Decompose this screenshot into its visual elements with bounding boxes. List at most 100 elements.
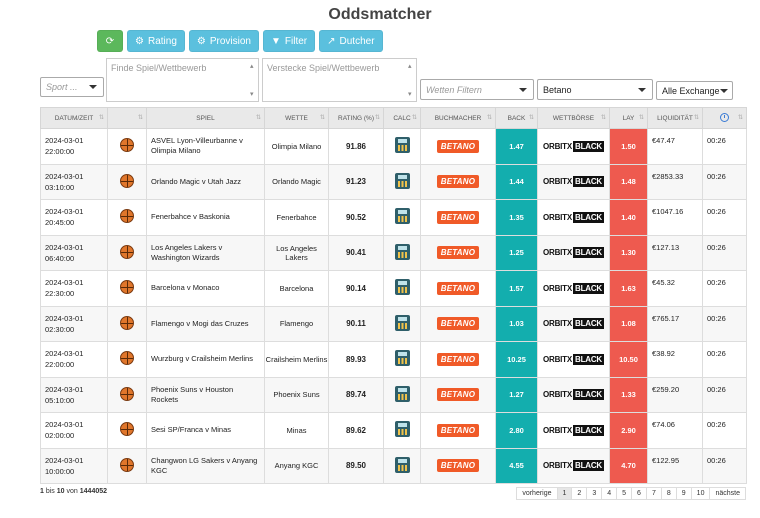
col-header-updated[interactable]: ⇅ [702, 107, 747, 129]
orbitx-logo[interactable]: ORBITX BLACK [543, 176, 605, 188]
pager-page[interactable]: 6 [631, 487, 647, 500]
col-header-lay[interactable]: LAY ⇅ [609, 107, 648, 129]
cell-rating: 91.86 [328, 128, 384, 165]
orbitx-logo[interactable]: ORBITX BLACK [543, 353, 605, 365]
table-row[interactable]: 2024-03-01 20:45:00 Fenerbahce v Baskonia F… [40, 199, 747, 236]
calculator-icon[interactable] [394, 350, 410, 367]
betano-logo[interactable]: BETANO [436, 175, 480, 189]
col-header-date[interactable]: DATUM/ZEIT ⇅ [40, 107, 108, 129]
pager-page[interactable]: 4 [601, 487, 618, 500]
orbitx-logo[interactable]: ORBITX BLACK [543, 318, 605, 330]
bookmaker-select[interactable]: Betano [537, 79, 653, 100]
table-row[interactable]: 2024-03-01 22:00:00 Wurzburg v Crailsheim … [40, 341, 747, 378]
cell-sport [107, 128, 147, 165]
cell-bet: Flamengo [264, 305, 329, 342]
cell-lay-odds: 1.50 [609, 128, 648, 165]
pager-page[interactable]: 3 [586, 487, 603, 500]
cell-game: Orlando Magic v Utah Jazz [146, 163, 265, 200]
hide-game-textarea[interactable]: Verstecke Spiel/Wettbewerb [262, 58, 417, 102]
pager-page[interactable]: 5 [616, 487, 633, 500]
rating-button[interactable]: ⚙ Rating [127, 30, 185, 52]
pager-page[interactable]: 1 [556, 487, 573, 500]
orbitx-logo[interactable]: ORBITX BLACK [543, 389, 605, 401]
bets-filter-select[interactable]: Wetten Filtern [420, 79, 534, 100]
cell-exchange: ORBITX BLACK [537, 447, 610, 484]
cell-rating: 89.62 [328, 412, 384, 449]
col-header-sport[interactable]: ⇅ [107, 107, 147, 129]
refresh-button[interactable]: ⟳ [97, 30, 123, 52]
calculator-icon[interactable] [394, 243, 410, 260]
table-row[interactable]: 2024-03-01 22:30:00 Barcelona v Monaco Barc… [40, 270, 747, 307]
table-header: DATUM/ZEIT ⇅ ⇅ SPIEL ⇅ WETTE ⇅ RATING (%) ⇅ … [40, 107, 747, 129]
calculator-icon[interactable] [394, 421, 410, 438]
orbitx-logo[interactable]: ORBITX BLACK [543, 247, 605, 259]
table-row[interactable]: 2024-03-01 02:30:00 Flamengo v Mogi das Cr… [40, 305, 747, 342]
cell-bookmaker: BETANO [420, 128, 496, 165]
cell-game: Changwon LG Sakers v Anyang KGC [146, 447, 265, 484]
pager-page[interactable]: 10 [690, 487, 711, 500]
col-header-rating[interactable]: RATING (%) ⇅ [328, 107, 384, 129]
table-row[interactable]: 2024-03-01 02:00:00 Sesi SP/Franca v Minas… [40, 412, 747, 449]
orbitx-logo[interactable]: ORBITX BLACK [543, 211, 605, 223]
pager-prev[interactable]: vorherige [516, 487, 558, 500]
pager-page[interactable]: 8 [660, 487, 677, 500]
betano-logo[interactable]: BETANO [436, 246, 480, 260]
basketball-icon [120, 138, 134, 153]
rating-label: Rating [147, 35, 177, 47]
calculator-icon[interactable] [394, 172, 410, 189]
table-row[interactable]: 2024-03-01 06:40:00 Los Angeles Lakers v W… [40, 234, 747, 271]
betano-logo[interactable]: BETANO [436, 317, 480, 331]
calculator-icon[interactable] [394, 137, 410, 154]
cell-bookmaker: BETANO [420, 234, 496, 271]
orbitx-logo[interactable]: ORBITX BLACK [543, 282, 605, 294]
table-row[interactable]: 2024-03-01 10:00:00 Changwon LG Sakers v A… [40, 447, 747, 484]
col-header-exchange[interactable]: WETTBÖRSE ⇅ [537, 107, 610, 129]
orbitx-logo[interactable]: ORBITX BLACK [543, 460, 605, 472]
orbitx-logo[interactable]: ORBITX BLACK [543, 424, 605, 436]
calculator-icon[interactable] [394, 314, 410, 331]
betano-logo[interactable]: BETANO [436, 281, 480, 295]
find-game-textarea[interactable]: Finde Spiel/Wettbewerb [106, 58, 259, 102]
sort-icon: ⇅ [137, 115, 143, 121]
calculator-icon[interactable] [394, 385, 410, 402]
betano-logo[interactable]: BETANO [436, 423, 480, 437]
orbitx-logo[interactable]: ORBITX BLACK [543, 140, 605, 152]
calculator-icon[interactable] [394, 208, 410, 225]
provision-button[interactable]: ⚙ Provision [188, 30, 259, 52]
col-header-bookmaker[interactable]: BUCHMACHER ⇅ [420, 107, 496, 129]
dutcher-button[interactable]: ↗ Dutcher [319, 30, 383, 52]
col-header-bet[interactable]: WETTE ⇅ [264, 107, 329, 129]
col-header-liquidity[interactable]: LIQUIDITÄT ⇅ [647, 107, 703, 129]
table-row[interactable]: 2024-03-01 05:10:00 Phoenix Suns v Houston… [40, 376, 747, 413]
cell-calc [383, 234, 421, 271]
betano-logo[interactable]: BETANO [436, 210, 480, 224]
pager-next[interactable]: nächste [709, 487, 746, 500]
betano-logo[interactable]: BETANO [436, 388, 480, 402]
betano-logo[interactable]: BETANO [436, 352, 480, 366]
cell-exchange: ORBITX BLACK [537, 305, 610, 342]
calculator-icon[interactable] [394, 279, 410, 296]
table-row[interactable]: 2024-03-01 03:10:00 Orlando Magic v Utah J… [40, 163, 747, 200]
cell-bookmaker: BETANO [420, 447, 496, 484]
pager-page[interactable]: 2 [571, 487, 588, 500]
betano-logo[interactable]: BETANO [436, 459, 480, 473]
exchange-select[interactable]: Alle Exchange [656, 81, 733, 100]
pager-page[interactable]: 7 [645, 487, 662, 500]
scrollbar[interactable] [408, 62, 414, 98]
filter-button[interactable]: ▼ Filter [262, 30, 316, 52]
col-header-calc[interactable]: CALC ⇅ [383, 107, 421, 129]
betano-logo[interactable]: BETANO [436, 139, 480, 153]
cell-game: Fenerbahce v Baskonia [146, 199, 265, 236]
calculator-icon[interactable] [394, 456, 410, 473]
gears-icon: ⚙ [135, 35, 144, 47]
cell-bet: Phoenix Suns [264, 376, 329, 413]
scrollbar[interactable] [250, 62, 256, 98]
cell-updated: 00:26 [702, 128, 747, 165]
col-header-game[interactable]: SPIEL ⇅ [146, 107, 265, 129]
chevron-down-icon [519, 87, 527, 92]
table-row[interactable]: 2024-03-01 22:00:00 ASVEL Lyon-Villeurbann… [40, 128, 747, 165]
sport-select[interactable]: Sport ... [40, 77, 104, 97]
pager-page[interactable]: 9 [675, 487, 692, 500]
sort-icon: ⇅ [600, 115, 606, 121]
col-header-back[interactable]: BACK ⇅ [495, 107, 538, 129]
